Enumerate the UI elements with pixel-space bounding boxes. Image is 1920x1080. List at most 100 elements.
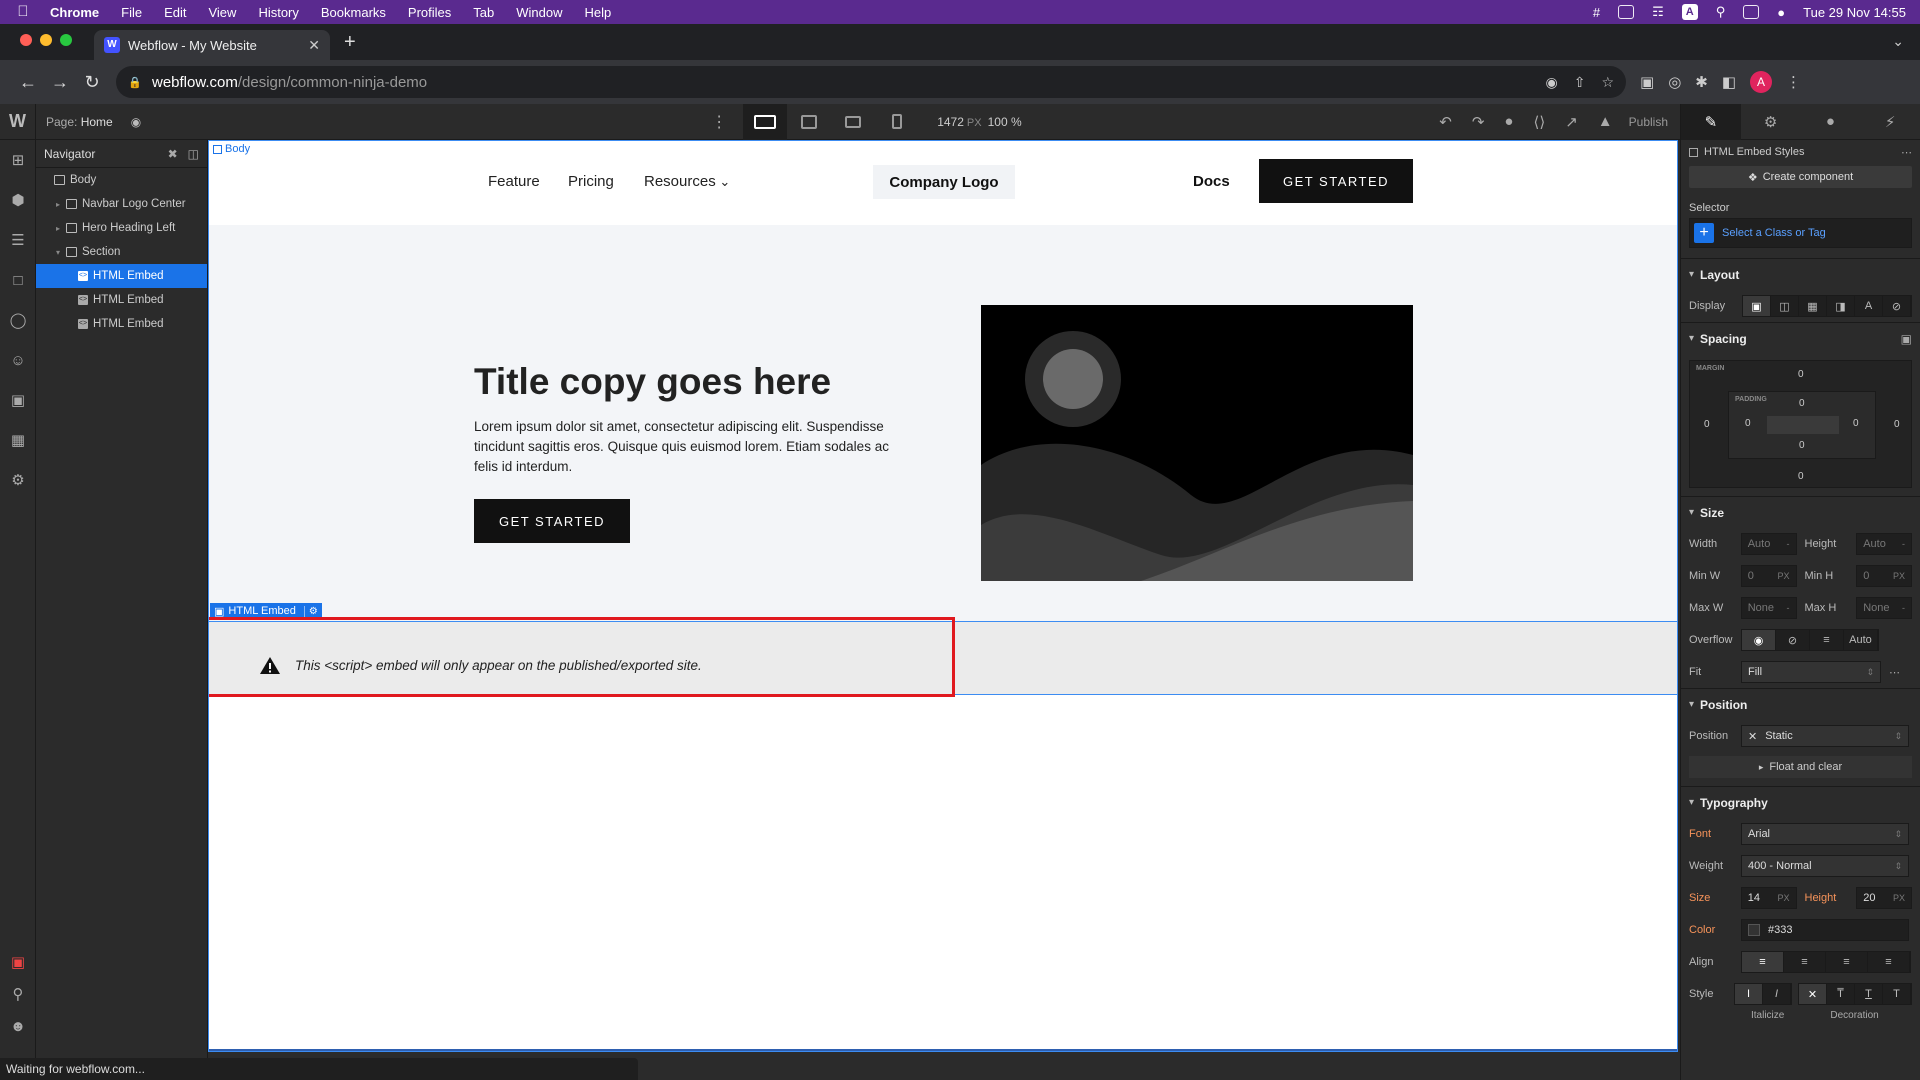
export-icon[interactable]: ↗ [1565,113,1578,131]
caret-right-icon[interactable]: ▸ [56,200,66,209]
nav-link-feature[interactable]: Feature [488,173,540,190]
margin-top[interactable]: 0 [1798,369,1804,380]
caret-right-icon[interactable]: ▸ [56,224,66,233]
minimize-window-icon[interactable] [40,34,52,46]
minh-unit[interactable]: PX [1893,571,1905,581]
nav-link-pricing[interactable]: Pricing [568,173,614,190]
height-unit-icon[interactable]: - [1902,539,1905,549]
menu-file[interactable]: File [121,5,142,20]
menu-window[interactable]: Window [516,5,562,20]
fit-select[interactable]: Fill ⇕ [1741,661,1881,683]
design-canvas[interactable]: Feature Pricing Resources Company Logo D… [208,140,1678,1052]
menu-help[interactable]: Help [585,5,612,20]
style-manager-icon[interactable]: ● [1801,104,1861,140]
color-extension-icon[interactable]: ◎ [1668,73,1681,91]
close-tab-icon[interactable]: ✕ [308,37,320,54]
team-icon[interactable]: ☻ [0,1010,36,1042]
settings-gear-icon[interactable]: ⚙ [1741,104,1801,140]
more-breakpoints-icon[interactable]: ⋮ [711,112,727,132]
create-component-button[interactable]: ❖ Create component [1689,166,1912,188]
padding-left[interactable]: 0 [1745,418,1751,429]
menu-edit[interactable]: Edit [164,5,186,20]
redo-icon[interactable]: ↷ [1472,113,1485,131]
puzzle-icon[interactable]: ✱ [1695,73,1708,91]
menu-bookmarks[interactable]: Bookmarks [321,5,386,20]
html-embed-element[interactable]: This <script> embed will only appear on … [209,621,1677,695]
font-size-input[interactable]: 14 PX [1740,887,1797,909]
new-tab-button[interactable]: + [344,31,356,54]
google-lens-icon[interactable]: ◉ [1545,74,1557,91]
width-input[interactable]: Auto - [1740,533,1797,555]
zoom-window-icon[interactable] [60,34,72,46]
nav-link-docs[interactable]: Docs [1193,173,1230,190]
settings-icon[interactable]: ⚙ [0,460,36,500]
spacing-preset-icon[interactable]: ▣ [1901,332,1912,346]
section-position[interactable]: Position [1681,688,1920,720]
breakpoint-desktop[interactable] [787,104,831,140]
menu-profiles[interactable]: Profiles [408,5,451,20]
dock-panel-icon[interactable]: ◫ [188,147,199,161]
line-height-input[interactable]: 20 PX [1856,887,1912,909]
tab-search-chevron-icon[interactable]: ⌄ [1892,33,1904,50]
navigator-item[interactable]: <> HTML Embed [36,288,207,312]
preview-icon[interactable]: ◉ [131,115,141,129]
reload-button[interactable]: ↻ [76,72,108,93]
lock-icon[interactable]: 🔒 [128,76,142,89]
battery-icon[interactable] [1618,5,1635,19]
section-typography[interactable]: Typography [1681,786,1920,818]
control-center-icon[interactable] [1743,5,1760,19]
maxw-unit-icon[interactable]: - [1787,603,1790,613]
add-class-icon[interactable]: + [1694,223,1714,243]
cms-icon[interactable]: ◯ [0,300,36,340]
minw-input[interactable]: 0 PX [1740,565,1797,587]
menu-app[interactable]: Chrome [50,5,99,20]
align-right-icon[interactable]: ≡ [1826,952,1868,972]
selector-input[interactable]: + Select a Class or Tag [1689,218,1912,248]
maxw-input[interactable]: None - [1740,597,1797,619]
selected-element-label[interactable]: ▣ HTML Embed ⚙ [210,603,322,619]
width-unit-icon[interactable]: - [1787,539,1790,549]
navigator-item[interactable]: ▸ Navbar Logo Center [36,192,207,216]
menu-tab[interactable]: Tab [473,5,494,20]
hero-get-started-button[interactable]: GET STARTED [474,499,630,543]
font-select[interactable]: Arial ⇕ [1741,823,1909,845]
margin-bottom[interactable]: 0 [1798,471,1804,482]
siri-icon[interactable]: ● [1777,5,1785,20]
display-none-icon[interactable]: ⊘ [1883,296,1911,316]
bookmark-star-icon[interactable]: ☆ [1601,74,1614,91]
navigator-item[interactable]: ▾ Section [36,240,207,264]
hero-paragraph[interactable]: Lorem ipsum dolor sit amet, consectetur … [474,417,914,477]
strikethrough-icon[interactable]: T̅ [1827,984,1855,1004]
padding-right[interactable]: 0 [1853,418,1859,429]
display-flex-icon[interactable]: ◫ [1771,296,1799,316]
nav-link-resources[interactable]: Resources [644,173,730,190]
undo-icon[interactable]: ↶ [1439,113,1452,131]
hero-section[interactable]: Title copy goes here Lorem ipsum dolor s… [209,225,1677,621]
profile-avatar[interactable]: A [1750,71,1773,93]
float-clear-toggle[interactable]: Float and clear [1689,756,1912,778]
padding-bottom[interactable]: 0 [1799,440,1805,451]
underline-icon[interactable]: T [1855,984,1883,1004]
interactions-bolt-icon[interactable]: ⚡ [1860,104,1920,140]
align-justify-icon[interactable]: ≡ [1868,952,1910,972]
record-icon[interactable]: ▣ [0,946,36,978]
navigator-item[interactable]: <> HTML Embed [36,312,207,336]
wifi-icon[interactable]: ☶ [1652,4,1664,20]
collapse-all-icon[interactable]: ✖ [168,147,178,161]
search-icon[interactable]: ⚲ [0,978,36,1010]
publish-icon[interactable]: ▲ [1598,113,1613,130]
margin-left[interactable]: 0 [1704,419,1710,430]
breakpoint-desktop-large[interactable] [743,103,788,140]
align-left-icon[interactable]: ≡ [1742,952,1784,972]
display-block-icon[interactable]: ▣ [1743,296,1771,316]
browser-tab-active[interactable]: W Webflow - My Website ✕ [94,30,330,60]
add-elements-icon[interactable]: ⊞ [0,140,36,180]
color-swatch[interactable] [1748,924,1760,936]
menubar-clock[interactable]: Tue 29 Nov 14:55 [1803,5,1906,20]
minh-input[interactable]: 0 PX [1856,565,1912,587]
fit-more-icon[interactable]: ⋯ [1889,666,1900,679]
margin-right[interactable]: 0 [1894,419,1900,430]
users-icon[interactable]: ☺ [0,340,36,380]
nav-get-started-button[interactable]: GET STARTED [1259,159,1413,203]
overflow-visible-icon[interactable]: ◉ [1742,630,1776,650]
